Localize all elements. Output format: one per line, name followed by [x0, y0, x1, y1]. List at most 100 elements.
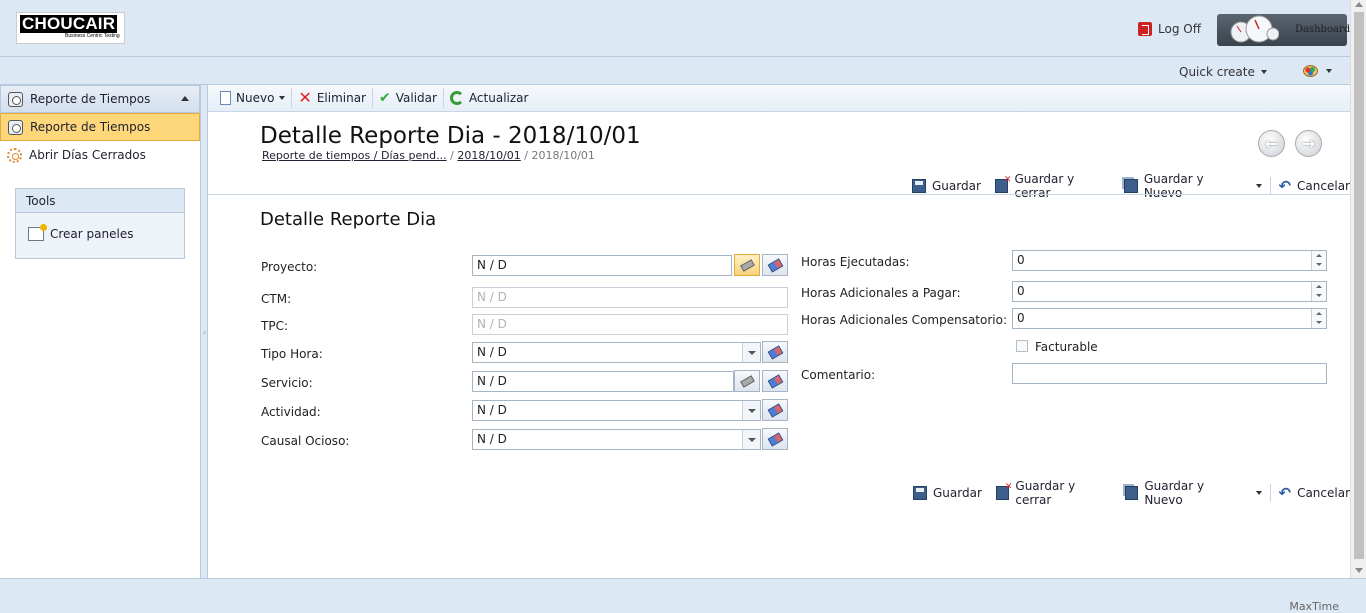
comentario-label: Comentario: [801, 368, 876, 382]
causal-ocioso-select[interactable]: N / D [472, 429, 761, 450]
pencil-icon [739, 374, 755, 388]
horas-adicionales-pagar-value: 0 [1017, 284, 1025, 298]
vertical-scrollbar[interactable] [1350, 0, 1366, 578]
section-title: Detalle Reporte Dia [260, 209, 437, 230]
eraser-icon [767, 257, 783, 273]
breadcrumb-link-date[interactable]: 2018/10/01 [457, 149, 520, 162]
scroll-down-icon[interactable] [1355, 568, 1363, 573]
quick-create-label: Quick create [1179, 65, 1255, 79]
app-footer: MaxTime [0, 578, 1366, 613]
spinner-icon[interactable] [1311, 309, 1326, 328]
eraser-icon [767, 402, 783, 418]
save-new-label: Guardar y Nuevo [1144, 479, 1205, 507]
facturable-checkbox[interactable] [1016, 340, 1028, 352]
splitter-grip-icon: ‹ [203, 328, 207, 337]
save-new-icon [1124, 179, 1138, 193]
save-new-button[interactable]: Guardar y Nuevo [1124, 479, 1262, 507]
sidebar: Reporte de Tiempos Reporte de Tiempos Ab… [0, 85, 201, 578]
servicio-field[interactable]: N / D [472, 371, 734, 392]
cancel-button[interactable]: ↶ Cancelar [1278, 486, 1351, 501]
validate-label: Validar [395, 91, 437, 105]
proyecto-select-button[interactable] [734, 254, 760, 276]
servicio-clear-button[interactable] [762, 370, 788, 392]
actividad-select[interactable]: N / D [472, 400, 761, 421]
tipo-hora-clear-button[interactable] [762, 341, 788, 363]
horas-adicionales-pagar-input[interactable]: 0 [1012, 281, 1327, 302]
save-new-button[interactable]: Guardar y Nuevo [1124, 172, 1262, 200]
proyecto-clear-button[interactable] [762, 254, 788, 276]
new-document-icon [220, 91, 231, 105]
actividad-label: Actividad: [261, 405, 321, 419]
cancel-button[interactable]: ↶ Cancelar [1278, 179, 1350, 194]
chevron-up-icon[interactable] [181, 96, 189, 101]
dashboard-button[interactable]: Dashboard [1217, 14, 1350, 46]
delete-icon: ✕ [298, 88, 312, 107]
tools-title: Tools [16, 189, 184, 213]
causal-ocioso-clear-button[interactable] [762, 428, 788, 450]
next-record-button[interactable]: → [1295, 130, 1322, 157]
quick-create-menu[interactable]: Quick create [1179, 65, 1267, 79]
servicio-select-button[interactable] [734, 370, 760, 392]
comentario-input[interactable] [1012, 363, 1327, 384]
tools-panel: Tools Crear paneles [15, 188, 185, 259]
save-close-label: Guardar y cerrar [1014, 172, 1075, 200]
chevron-down-icon[interactable] [1255, 491, 1262, 495]
logoff-link[interactable]: Log Off [1138, 22, 1201, 36]
proyecto-field[interactable]: N / D [472, 255, 732, 276]
logoff-label: Log Off [1158, 22, 1201, 36]
sidebar-item-label: Reporte de Tiempos [30, 120, 151, 134]
refresh-button[interactable]: Actualizar [444, 88, 535, 108]
main-content: Detalle Reporte Dia - 2018/10/01 Reporte… [208, 112, 1350, 578]
actividad-clear-button[interactable] [762, 399, 788, 421]
tipo-hora-select[interactable]: N / D [472, 342, 761, 363]
chevron-down-icon[interactable] [742, 430, 760, 449]
action-separator [1269, 484, 1271, 502]
horas-adicionales-comp-input[interactable]: 0 [1012, 308, 1327, 329]
previous-record-button[interactable]: ← [1258, 130, 1285, 157]
chevron-down-icon[interactable] [279, 96, 286, 100]
save-button[interactable]: Guardar [913, 486, 982, 500]
main-toolbar: Nuevo ✕ Eliminar ✔ Validar Actualizar [208, 85, 1350, 112]
spinner-icon[interactable] [1311, 251, 1326, 270]
save-button[interactable]: Guardar [912, 179, 981, 193]
chevron-down-icon[interactable] [742, 343, 760, 362]
app-header: CHOUCAIR Business Centric Testing Log Of… [0, 0, 1350, 57]
choucair-logo[interactable]: CHOUCAIR Business Centric Testing [16, 12, 125, 44]
scrollbar-thumb[interactable] [1354, 12, 1364, 559]
save-close-button[interactable]: Guardar y cerrar [994, 172, 1110, 200]
eraser-icon [767, 373, 783, 389]
palette-icon [1303, 65, 1318, 77]
delete-button[interactable]: ✕ Eliminar [292, 88, 373, 108]
sidebar-splitter[interactable]: ‹ [201, 85, 208, 578]
breadcrumb-current: 2018/10/01 [531, 149, 595, 162]
new-button[interactable]: Nuevo [214, 88, 293, 108]
scroll-up-icon[interactable] [1355, 2, 1363, 7]
theme-menu[interactable] [1303, 65, 1332, 77]
horas-ejecutadas-input[interactable]: 0 [1012, 250, 1327, 271]
servicio-label: Servicio: [261, 376, 313, 390]
save-icon [913, 486, 927, 500]
sidebar-item-abrir-dias[interactable]: Abrir Días Cerrados [0, 141, 200, 169]
chevron-down-icon [1326, 69, 1332, 73]
chevron-down-icon[interactable] [1255, 184, 1262, 188]
chevron-down-icon[interactable] [742, 401, 760, 420]
cancel-label: Cancelar [1297, 486, 1351, 500]
save-new-label: Guardar y Nuevo [1143, 172, 1204, 200]
save-close-button[interactable]: Guardar y cerrar [995, 479, 1111, 507]
clock-icon [8, 91, 23, 107]
breadcrumb-link-list[interactable]: Reporte de tiempos / Días pend... [262, 149, 447, 162]
sidebar-item-reporte-tiempos[interactable]: Reporte de Tiempos [0, 113, 200, 141]
crear-paneles-link[interactable]: Crear paneles [28, 224, 133, 241]
tipo-hora-label: Tipo Hora: [261, 347, 323, 361]
horas-ejecutadas-label: Horas Ejecutadas: [801, 255, 910, 269]
validate-button[interactable]: ✔ Validar [373, 88, 444, 108]
breadcrumb-separator: / [450, 149, 454, 162]
tipo-hora-value: N / D [477, 345, 507, 359]
footer-brand: MaxTime [1289, 600, 1339, 613]
spinner-icon[interactable] [1311, 282, 1326, 301]
save-icon [912, 179, 926, 193]
sidebar-group-header[interactable]: Reporte de Tiempos [0, 85, 200, 113]
logoff-icon [1138, 22, 1152, 36]
add-panel-icon [28, 224, 47, 241]
horas-adicionales-comp-label: Horas Adicionales Compensatorio: [801, 313, 1008, 327]
